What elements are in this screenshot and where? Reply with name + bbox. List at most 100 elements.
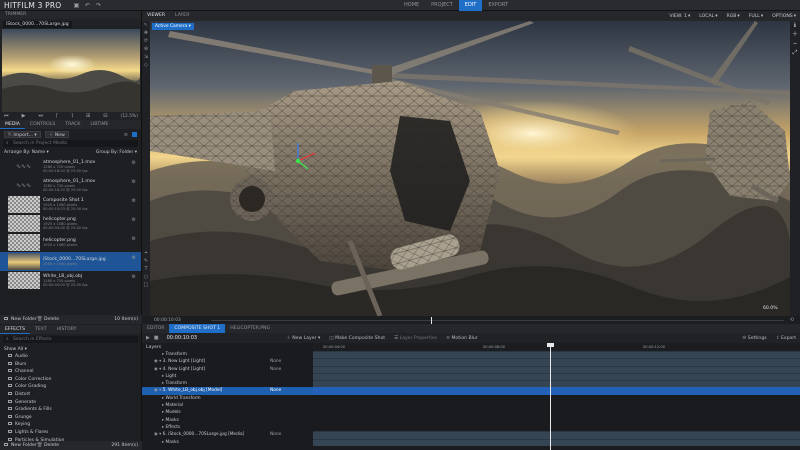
timeline-layer-row[interactable]: ◉ ▾ 6. iStock_0000...70SLarge.jpg [Media… — [142, 431, 800, 439]
gear-icon[interactable]: ⚙ — [132, 236, 136, 242]
layer-track[interactable] — [313, 402, 800, 410]
layer-track[interactable] — [313, 358, 800, 366]
fit-icon[interactable]: ⤢ — [790, 48, 800, 57]
media-tab-controls[interactable]: CONTROLS — [25, 120, 60, 129]
media-item[interactable]: iStock_0000...70SLarge.jpg 2560 x 1440 pi… — [0, 252, 141, 271]
media-item[interactable]: helicopter.png 1920 x 1080 pixels 00:00:04… — [0, 214, 141, 233]
orbit-tool-icon[interactable]: ⟳ — [142, 37, 150, 45]
layer-track[interactable] — [313, 394, 800, 403]
effects-search-input[interactable]: ⌕ Search in Effects — [3, 336, 138, 343]
layer-track[interactable] — [313, 423, 800, 432]
media-item[interactable]: Composite Shot 1 1920 x 1080 pixels 00:00:… — [0, 195, 141, 214]
layer-blend-mode[interactable]: None — [270, 366, 313, 373]
gear-icon[interactable]: ⚙ — [132, 217, 136, 223]
group-by-dropdown[interactable]: Group By: Folder ▾ — [96, 150, 137, 155]
grid-view-icon[interactable] — [132, 132, 137, 137]
effects-folder-item[interactable]: Channel — [0, 368, 141, 376]
layer-track[interactable] — [313, 438, 800, 446]
timeline-layer-row[interactable]: ▸ Effects — [142, 423, 800, 432]
nav-tab-project[interactable]: PROJECT — [425, 0, 459, 11]
timeline-settings-button[interactable]: ⚙ Settings — [742, 336, 766, 341]
effects-tab-effects[interactable]: EFFECTS — [0, 325, 31, 334]
effects-tab-text[interactable]: TEXT — [30, 325, 52, 334]
mask-tool-icon[interactable]: ◇ — [142, 61, 150, 69]
list-view-icon[interactable]: ≡ — [124, 132, 128, 138]
effects-folder-item[interactable]: Color Correction — [0, 376, 141, 384]
effects-folder-item[interactable]: Grunge — [0, 414, 141, 422]
insert-icon[interactable]: ⊞ — [86, 113, 90, 119]
gear-icon[interactable]: ⚙ — [132, 274, 136, 280]
effects-folder-item[interactable]: Lights & Flares — [0, 429, 141, 437]
pan-tool-icon[interactable]: ✥ — [142, 29, 150, 37]
transform-tool-icon[interactable]: ⇲ — [142, 53, 150, 61]
nav-tab-home[interactable]: HOME — [398, 0, 425, 11]
arrange-by-dropdown[interactable]: Arrange By: Name ▾ — [4, 150, 49, 155]
layer-blend-mode[interactable]: None — [270, 358, 313, 365]
ellipse-tool-icon[interactable]: ○ — [142, 273, 150, 281]
timeline-layer-row[interactable]: ◉ ▾ 3. New Light [Light] None — [142, 358, 800, 366]
overlay-icon[interactable]: ⊟ — [103, 113, 107, 119]
viewer-option-local[interactable]: LOCAL — [699, 14, 714, 19]
media-item[interactable]: ∿∿∿ atmosphere_01_1.mov 1280 x 720 pixels 0… — [0, 157, 141, 176]
gear-icon[interactable]: ⚙ — [132, 198, 136, 204]
import-button[interactable]: ⇱ Import... ▾ — [4, 131, 41, 138]
effects-folder-item[interactable]: Distort — [0, 391, 141, 399]
info-icon[interactable]: ℹ — [790, 21, 800, 30]
show-all-dropdown[interactable]: Show All ▾ — [0, 345, 141, 353]
effects-delete-button[interactable]: 🗑 Delete — [37, 443, 59, 448]
undo-icon[interactable]: ↶ — [84, 2, 91, 9]
make-composite-button[interactable]: ◫ Make Composite Shot — [329, 336, 385, 341]
viewer-option-full[interactable]: FULL — [749, 14, 760, 19]
viewer-timecode[interactable]: 00:00:10:03 — [154, 318, 181, 323]
media-new-folder-button[interactable]: New Folder — [4, 317, 37, 322]
timeline-layer-row[interactable]: ▸ Masks — [142, 416, 800, 424]
zoom-out-icon[interactable]: − — [790, 39, 800, 48]
mark-in-icon[interactable]: ⌈ — [56, 113, 58, 119]
timeline-layer-row[interactable]: ▸ Light — [142, 372, 800, 381]
pen-tool-icon[interactable]: ✎ — [142, 257, 150, 265]
layer-track[interactable] — [313, 380, 800, 388]
effects-folder-item[interactable]: Keying — [0, 421, 141, 429]
layer-track[interactable] — [313, 351, 800, 359]
trimmer-zoom[interactable]: (12.5%) — [121, 114, 138, 119]
media-item[interactable]: White_LB_obj.obj 1280 x 720 pixels 00:00:0… — [0, 271, 141, 290]
timeline-layer-row[interactable]: ▸ Models — [142, 409, 800, 417]
viewer-option-view-1[interactable]: VIEW: 1 — [669, 14, 687, 19]
timeline-tab-editor[interactable]: EDITOR — [142, 324, 169, 333]
play-icon[interactable]: ▶ — [22, 113, 26, 119]
effects-folder-item[interactable]: Blurs — [0, 361, 141, 369]
media-delete-button[interactable]: 🗑 Delete — [37, 317, 59, 322]
new-layer-button[interactable]: ＋ New Layer ▾ — [286, 335, 320, 341]
media-tab-libtime[interactable]: LIBTIME — [85, 120, 113, 129]
timeline-layer-row[interactable]: ▸ Transform — [142, 351, 800, 359]
viewer-zoom[interactable]: 60.0% — [763, 306, 778, 311]
timeline-layer-row[interactable]: ▸ World Transform — [142, 394, 800, 403]
timeline-layer-row[interactable]: ◉ ▾ 4. New Light [Light] None — [142, 365, 800, 373]
media-tab-track[interactable]: TRACK — [60, 120, 85, 129]
trimmer-file-label[interactable]: iStock_0000...70SLarge.jpg — [3, 21, 72, 28]
playhead-handle[interactable] — [547, 343, 554, 347]
effects-new-folder-button[interactable]: New Folder — [4, 443, 37, 448]
effects-tab-history[interactable]: HISTORY — [52, 325, 82, 334]
text-tool-icon[interactable]: T — [142, 265, 150, 273]
layer-blend-mode[interactable]: None — [270, 431, 313, 438]
go-end-icon[interactable]: ⏭ — [38, 113, 43, 119]
play-icon[interactable]: ▶ — [146, 335, 150, 341]
layer-track[interactable] — [313, 416, 800, 424]
snap-tool-icon[interactable]: ⌖ — [142, 249, 150, 257]
gear-icon[interactable]: ⚙ — [132, 179, 136, 185]
effects-folder-item[interactable]: Audio — [0, 353, 141, 361]
media-tab-media[interactable]: MEDIA — [0, 120, 25, 129]
layer-blend-mode[interactable]: None — [270, 387, 313, 395]
gear-icon[interactable]: ⚙ — [132, 255, 136, 261]
gear-icon[interactable]: ⚙ — [132, 160, 136, 166]
timeline-layer-row[interactable]: ▸ Masks — [142, 438, 800, 446]
redo-icon[interactable]: ↷ — [95, 2, 102, 9]
viewer-scrub-bar[interactable] — [210, 316, 784, 324]
timeline-export-button[interactable]: ⇪ Export — [776, 336, 796, 341]
playhead[interactable] — [550, 343, 551, 450]
zoom-in-icon[interactable]: ＋ — [790, 30, 800, 39]
nav-tab-export[interactable]: EXPORT — [482, 0, 514, 11]
select-tool-icon[interactable]: ↖ — [142, 21, 150, 29]
zoom-tool-icon[interactable]: ⊕ — [142, 45, 150, 53]
